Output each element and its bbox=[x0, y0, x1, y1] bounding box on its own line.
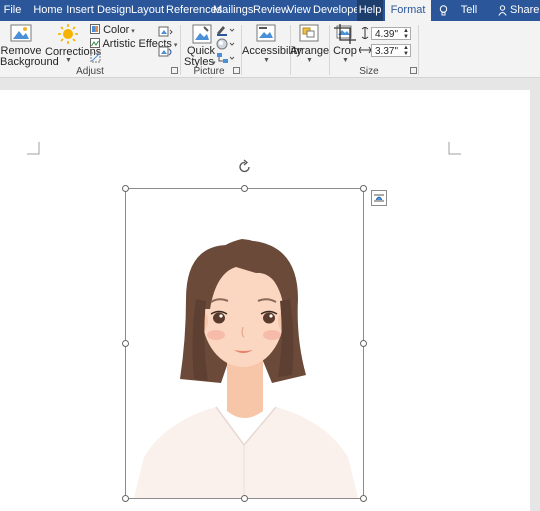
remove-background-label-2: Background bbox=[0, 56, 59, 68]
color-icon bbox=[90, 24, 100, 34]
tab-review[interactable]: Review bbox=[253, 0, 289, 21]
compress-pictures-button[interactable] bbox=[158, 26, 174, 38]
height-spinner-icon[interactable]: ▲ ▼ bbox=[403, 28, 409, 40]
alt-text-icon bbox=[256, 24, 276, 42]
accessibility-button[interactable]: Accessibility ▼ bbox=[242, 23, 302, 65]
margin-corner-top-left bbox=[27, 142, 40, 155]
width-spinner-icon[interactable]: ▲ ▼ bbox=[403, 45, 409, 57]
resize-handle-top-right[interactable] bbox=[360, 185, 367, 192]
adjust-dialog-launcher[interactable] bbox=[171, 67, 178, 74]
resize-handle-bottom-right[interactable] bbox=[360, 495, 367, 502]
share-button[interactable]: Share bbox=[495, 0, 539, 21]
resize-handle-left[interactable] bbox=[122, 340, 129, 347]
resize-handle-top-left[interactable] bbox=[122, 185, 129, 192]
picture-styles-dialog-launcher[interactable] bbox=[233, 67, 240, 74]
tab-developer[interactable]: Developer bbox=[313, 0, 363, 21]
change-picture-icon bbox=[158, 46, 172, 57]
tab-layout[interactable]: Layout bbox=[131, 0, 164, 21]
group-divider bbox=[418, 25, 419, 75]
tell-me-box[interactable]: Tell me bbox=[436, 0, 484, 37]
rotate-handle-icon[interactable] bbox=[237, 159, 253, 175]
change-picture-button[interactable] bbox=[158, 46, 174, 58]
resize-handle-top[interactable] bbox=[241, 185, 248, 192]
picture-effects-button[interactable] bbox=[216, 38, 236, 50]
adjust-group-label: Adjust bbox=[76, 66, 104, 77]
ribbon-tab-bar: File Home Insert Design Layout Reference… bbox=[0, 0, 540, 37]
artistic-effects-icon bbox=[90, 38, 100, 48]
remove-background-button[interactable]: Remove Background bbox=[0, 23, 59, 68]
resize-handle-bottom-left[interactable] bbox=[122, 495, 129, 502]
accessibility-dropdown-icon: ▼ bbox=[263, 57, 270, 64]
picture-layout-button[interactable] bbox=[216, 52, 236, 64]
shape-width-value: 3.37" bbox=[375, 46, 399, 57]
tab-mailings[interactable]: Mailings bbox=[213, 0, 253, 21]
arrange-dropdown-icon: ▼ bbox=[306, 57, 313, 64]
layout-options-icon bbox=[374, 194, 384, 202]
lightbulb-icon bbox=[439, 5, 448, 16]
shape-height-input[interactable]: 4.39" ▲ ▼ bbox=[371, 27, 411, 40]
compress-pictures-icon bbox=[158, 26, 173, 37]
transparency-button[interactable] bbox=[90, 52, 101, 63]
arrange-label: Arrange bbox=[290, 45, 330, 57]
tab-insert[interactable]: Insert bbox=[66, 0, 94, 21]
color-dropdown-icon: ▾ bbox=[129, 28, 135, 35]
shape-width-input[interactable]: 3.37" ▲ ▼ bbox=[371, 44, 411, 57]
picture-border-icon bbox=[217, 26, 235, 36]
crop-dropdown-icon: ▼ bbox=[342, 57, 349, 64]
sun-icon bbox=[58, 24, 78, 44]
tab-home[interactable]: Home bbox=[33, 0, 63, 21]
layout-options-button[interactable] bbox=[371, 190, 387, 206]
picture-layout-icon bbox=[217, 53, 235, 63]
quick-styles-button[interactable]: Quick Styles ▾ bbox=[184, 23, 216, 68]
transparency-icon bbox=[90, 52, 101, 63]
group-divider bbox=[180, 25, 181, 75]
crop-icon bbox=[334, 24, 356, 44]
height-icon bbox=[361, 27, 369, 39]
crop-label: Crop bbox=[333, 45, 357, 57]
tab-format[interactable]: Format bbox=[385, 0, 431, 21]
arrange-button[interactable]: Arrange ▼ bbox=[290, 23, 329, 65]
color-button[interactable]: Color ▾ bbox=[90, 24, 135, 36]
resize-handle-bottom[interactable] bbox=[241, 495, 248, 502]
color-label: Color bbox=[103, 24, 130, 36]
arrange-icon bbox=[299, 24, 319, 42]
person-icon bbox=[498, 5, 507, 16]
size-dialog-launcher[interactable] bbox=[410, 67, 417, 74]
corrections-button[interactable]: Corrections ▼ bbox=[45, 23, 101, 65]
share-label: Share bbox=[510, 4, 540, 16]
shape-height-value: 4.39" bbox=[375, 29, 399, 40]
size-group-label: Size bbox=[359, 66, 379, 77]
tab-design[interactable]: Design bbox=[97, 0, 131, 21]
tab-help[interactable]: Help bbox=[357, 0, 383, 21]
width-icon bbox=[359, 46, 371, 54]
tab-file[interactable]: File bbox=[0, 0, 25, 21]
tab-references[interactable]: References bbox=[166, 0, 222, 21]
portrait-illustration bbox=[134, 239, 358, 498]
crop-button[interactable]: Crop ▼ bbox=[332, 23, 358, 65]
selected-picture[interactable] bbox=[125, 188, 364, 499]
picture-effects-icon bbox=[216, 38, 235, 50]
group-divider bbox=[329, 25, 330, 75]
tab-view[interactable]: View bbox=[287, 0, 311, 21]
resize-handle-right[interactable] bbox=[360, 340, 367, 347]
remove-background-icon bbox=[10, 24, 32, 42]
quick-styles-icon bbox=[192, 24, 212, 44]
document-page[interactable] bbox=[0, 90, 530, 511]
accessibility-label: Accessibility bbox=[242, 45, 302, 57]
document-canvas bbox=[0, 78, 540, 511]
picture-border-button[interactable] bbox=[216, 24, 236, 36]
format-ribbon: Remove Background Corrections ▼ Color ▾ … bbox=[0, 21, 540, 88]
corrections-dropdown-icon: ▼ bbox=[65, 57, 72, 64]
margin-corner-top-right bbox=[448, 142, 461, 155]
